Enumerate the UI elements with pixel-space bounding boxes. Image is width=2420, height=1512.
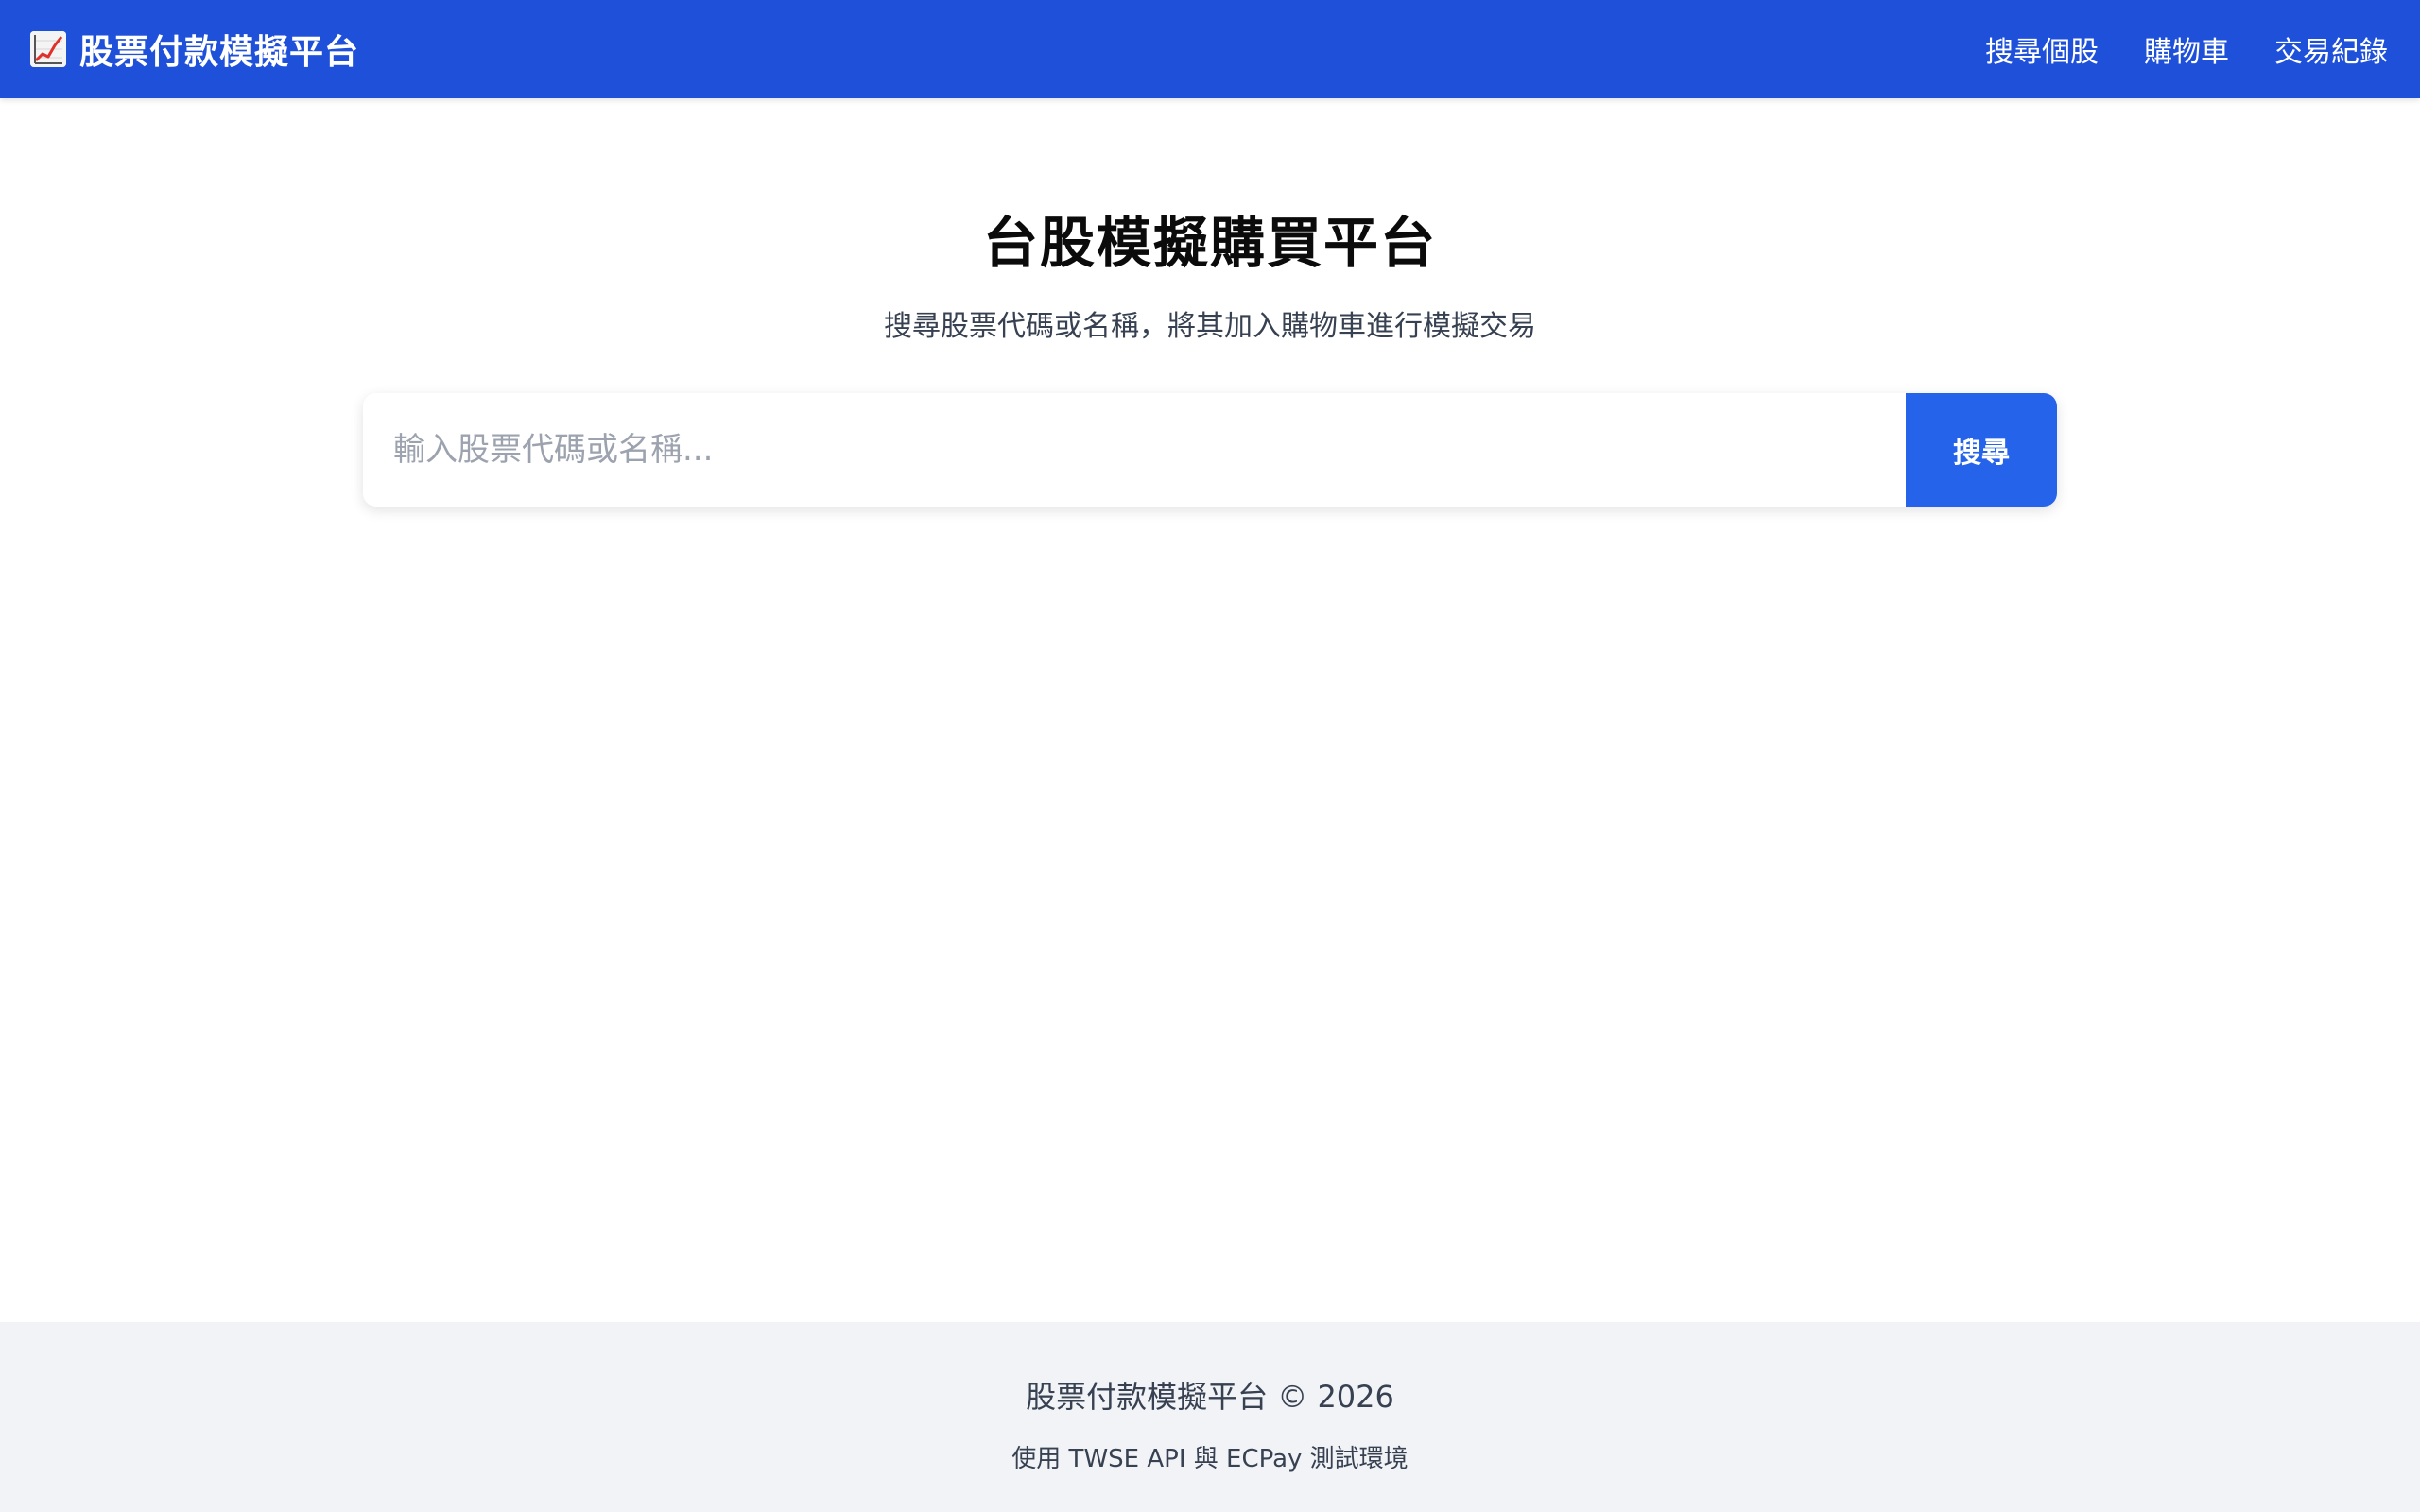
search-bar: 搜尋 [363, 393, 2057, 507]
search-button[interactable]: 搜尋 [1906, 393, 2057, 507]
main-nav: 搜尋個股 購物車 交易紀錄 [1985, 28, 2388, 70]
nav-search-stocks[interactable]: 搜尋個股 [1985, 28, 2099, 70]
hero-section: 台股模擬購買平台 搜尋股票代碼或名稱，將其加入購物車進行模擬交易 [0, 198, 2420, 344]
footer-note: 使用 TWSE API 與 ECPay 測試環境 [1011, 1445, 1409, 1473]
brand[interactable]: 股票付款模擬平台 [30, 25, 359, 74]
chart-increasing-icon [30, 31, 66, 67]
nav-cart[interactable]: 購物車 [2144, 28, 2229, 70]
top-navbar: 股票付款模擬平台 搜尋個股 購物車 交易紀錄 [0, 0, 2420, 98]
page-subtitle: 搜尋股票代碼或名稱，將其加入購物車進行模擬交易 [884, 310, 1536, 343]
search-input[interactable] [363, 393, 1906, 507]
page-title: 台股模擬購買平台 [982, 211, 1437, 275]
footer-copyright: 股票付款模擬平台 © 2026 [1026, 1379, 1394, 1415]
nav-transaction-history[interactable]: 交易紀錄 [2274, 28, 2388, 70]
brand-title: 股票付款模擬平台 [79, 33, 360, 72]
footer: 股票付款模擬平台 © 2026 使用 TWSE API 與 ECPay 測試環境 [0, 1322, 2420, 1512]
